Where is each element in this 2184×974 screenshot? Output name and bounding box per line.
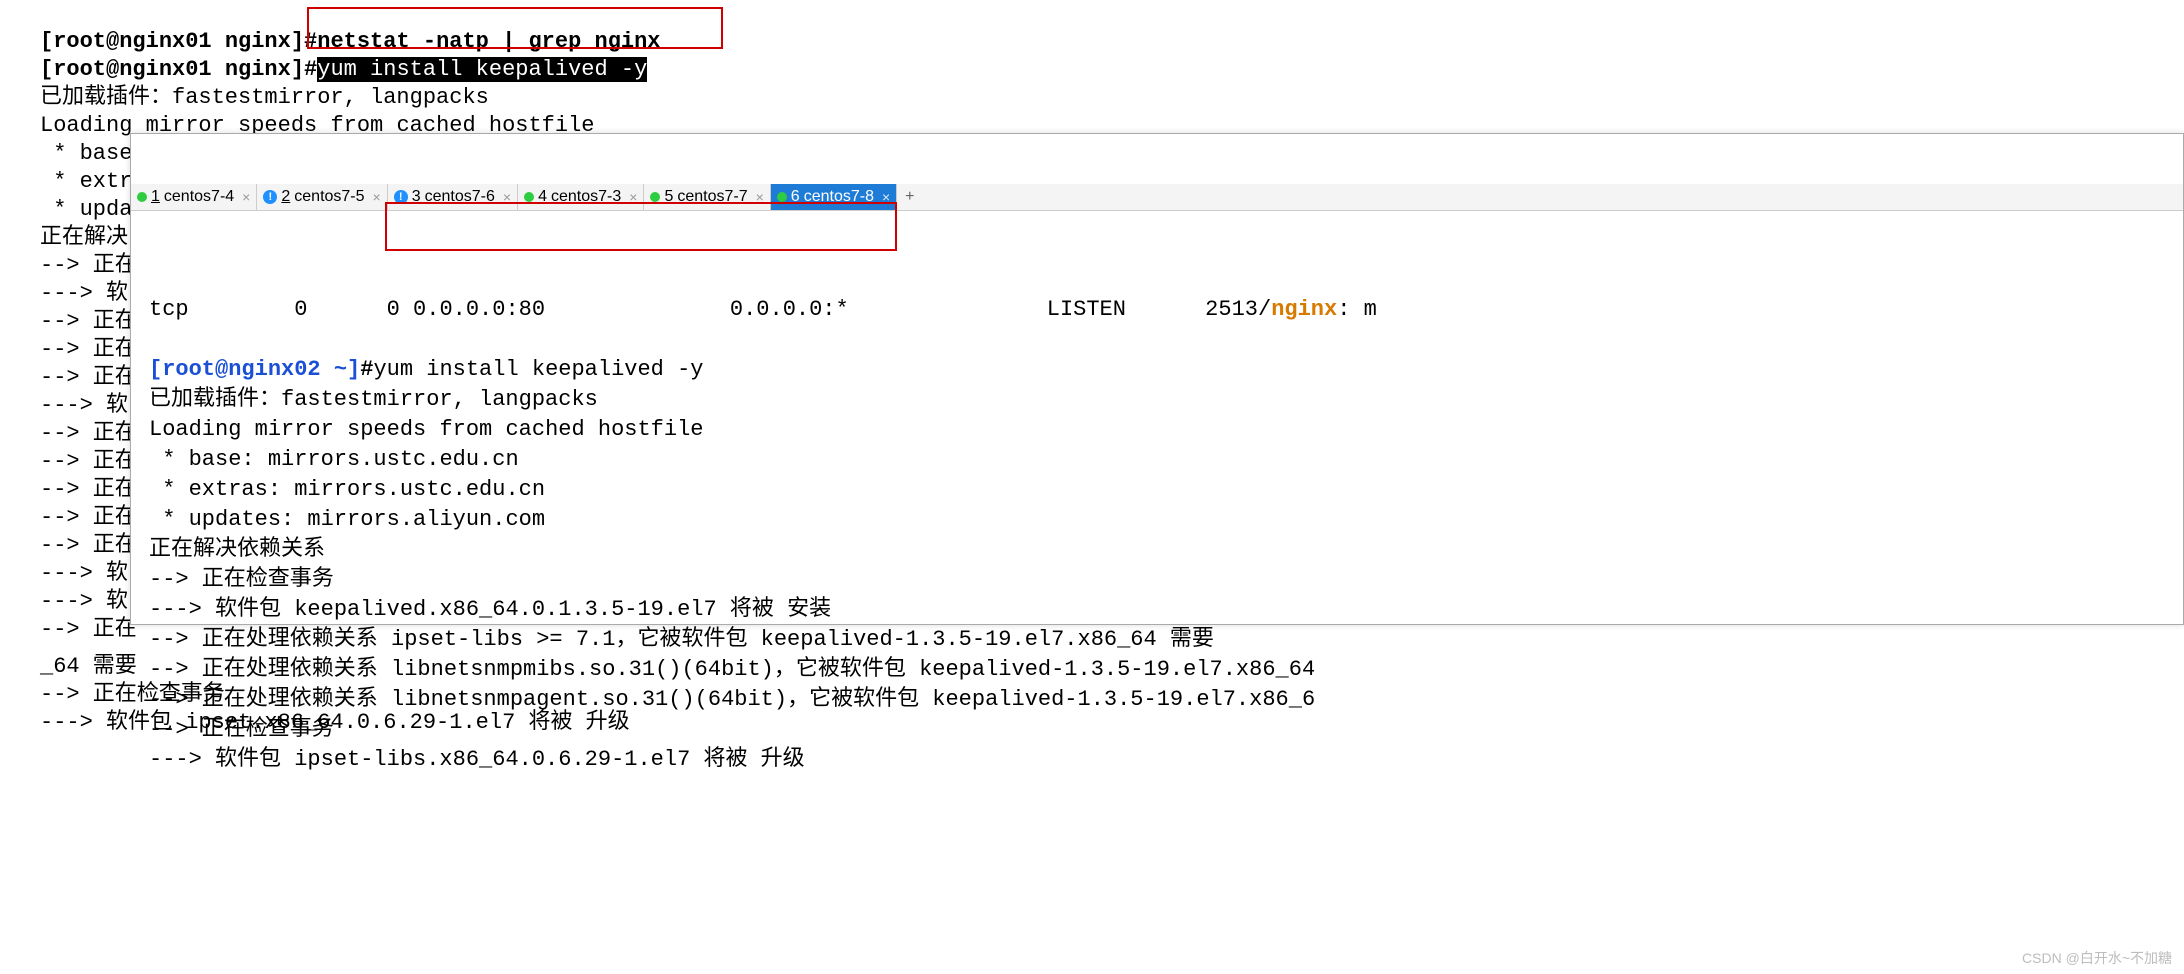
back-bottom-l1: _64 需要 bbox=[40, 654, 137, 679]
foreground-terminal-window: 1 centos7-4× !2 centos7-5× !3 centos7-6×… bbox=[130, 133, 2184, 625]
back-frag-b: ---> 软 bbox=[40, 281, 128, 306]
back-frag-i: --> 正在 bbox=[40, 477, 137, 502]
alert-icon: ! bbox=[394, 190, 408, 204]
front-l8: ---> 软件包 keepalived.x86_64.0.1.3.5-19.el… bbox=[149, 597, 831, 622]
back-frag-g: --> 正在 bbox=[40, 421, 137, 446]
close-icon[interactable]: × bbox=[756, 189, 764, 205]
close-icon[interactable]: × bbox=[242, 189, 250, 205]
front-l4: * extras: mirrors.ustc.edu.cn bbox=[149, 477, 545, 502]
add-tab-button[interactable]: + bbox=[897, 188, 922, 206]
tab-centos7-3[interactable]: 4 centos7-3× bbox=[518, 184, 644, 210]
back-frag-c: --> 正在 bbox=[40, 309, 137, 334]
back-output-l7: 正在解决 bbox=[40, 225, 128, 250]
tab-centos7-6[interactable]: !3 centos7-6× bbox=[388, 184, 518, 210]
back-frag-j: --> 正在 bbox=[40, 505, 137, 530]
prompt-line1-prefix: [root@nginx01 nginx] bbox=[40, 57, 304, 82]
netstat-line: tcp 0 0 0.0.0.0:80 0.0.0.0:* LISTEN 2513… bbox=[149, 297, 1377, 322]
close-icon[interactable]: × bbox=[882, 189, 890, 205]
back-frag-h: --> 正在 bbox=[40, 449, 137, 474]
back-bottom-l2: --> 正在检查事务 bbox=[40, 682, 225, 707]
status-dot-icon bbox=[777, 192, 787, 202]
tab-centos7-4[interactable]: 1 centos7-4× bbox=[131, 184, 257, 210]
back-frag-a: --> 正在 bbox=[40, 253, 137, 278]
prompt-line0: [root@nginx01 nginx]#netstat -natp | gre… bbox=[40, 29, 661, 54]
back-output-l2: 已加载插件：fastestmirror, langpacks bbox=[40, 85, 489, 110]
tab-centos7-5[interactable]: !2 centos7-5× bbox=[257, 184, 387, 210]
command-yum-install: yum install keepalived -y bbox=[373, 357, 703, 382]
back-frag-k: --> 正在 bbox=[40, 533, 137, 558]
front-l1: 已加载插件：fastestmirror, langpacks bbox=[149, 387, 598, 412]
back-bottom-l3: ---> 软件包 ipset.x86_64.0.6.29-1.el7 将被 升级 bbox=[40, 710, 630, 735]
back-frag-d: --> 正在 bbox=[40, 337, 137, 362]
close-icon[interactable]: × bbox=[503, 189, 511, 205]
tab-centos7-8[interactable]: 6 centos7-8× bbox=[771, 184, 897, 210]
alert-icon: ! bbox=[263, 190, 277, 204]
back-frag-l: ---> 软 bbox=[40, 561, 128, 586]
back-frag-f: ---> 软 bbox=[40, 393, 128, 418]
back-frag-e: --> 正在 bbox=[40, 365, 137, 390]
front-l6: 正在解决依赖关系 bbox=[149, 537, 325, 562]
tab-centos7-7[interactable]: 5 centos7-7× bbox=[644, 184, 770, 210]
status-dot-icon bbox=[137, 192, 147, 202]
back-frag-m: ---> 软 bbox=[40, 589, 128, 614]
front-l13: ---> 软件包 ipset-libs.x86_64.0.6.29-1.el7 … bbox=[149, 747, 805, 772]
front-l3: * base: mirrors.ustc.edu.cn bbox=[149, 447, 519, 472]
background-terminal-bottom: _64 需要 --> 正在检查事务 ---> 软件包 ipset.x86_64.… bbox=[40, 625, 630, 737]
front-l2: Loading mirror speeds from cached hostfi… bbox=[149, 417, 704, 442]
front-l5: * updates: mirrors.aliyun.com bbox=[149, 507, 545, 532]
front-l7: --> 正在检查事务 bbox=[149, 567, 334, 592]
status-dot-icon bbox=[650, 192, 660, 202]
status-dot-icon bbox=[524, 192, 534, 202]
tab-bar: 1 centos7-4× !2 centos7-5× !3 centos7-6×… bbox=[131, 184, 2183, 211]
highlighted-command-1: yum install keepalived -y bbox=[317, 57, 647, 82]
close-icon[interactable]: × bbox=[629, 189, 637, 205]
close-icon[interactable]: × bbox=[373, 189, 381, 205]
prompt-user: [root@nginx02 ~] bbox=[149, 357, 360, 382]
watermark-text: CSDN @白开水~不加糖 bbox=[2022, 948, 2172, 968]
